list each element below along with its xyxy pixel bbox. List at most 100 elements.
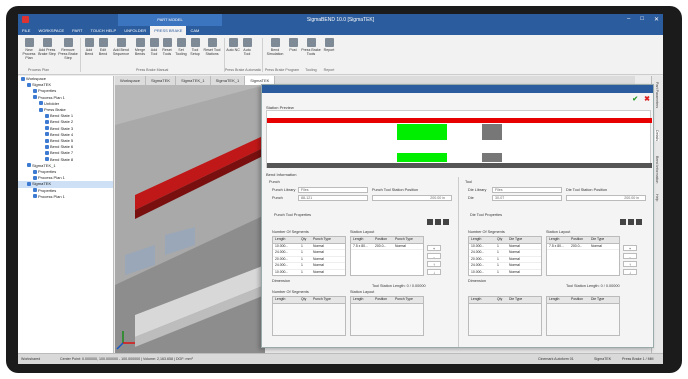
add-bend-button[interactable]: Add Bend xyxy=(82,38,96,56)
doc-tab[interactable]: SigmaTEK_1 xyxy=(176,76,211,85)
rail-details[interactable]: Details xyxy=(655,130,659,141)
rail-part-parameters[interactable]: Part Parameters xyxy=(655,82,659,108)
die-move-up-button[interactable]: ↑ xyxy=(623,261,637,267)
cancel-x-icon[interactable]: ✖ xyxy=(644,95,650,103)
tree-item-label: Process Plan 1 xyxy=(38,175,65,181)
rail-bend-information[interactable]: Bend Information xyxy=(655,156,659,183)
set-tooling-icon xyxy=(176,38,186,47)
app-window: PART MODEL SigmaBEND 10.0 [SigmaTEK] – □… xyxy=(18,14,663,364)
3d-viewport[interactable] xyxy=(115,85,265,353)
table-row[interactable]: 20.000... 1 Normal xyxy=(469,257,541,264)
rail-help[interactable]: Help xyxy=(655,194,659,201)
post-button[interactable]: Post xyxy=(286,38,300,52)
die-station-position-label: Die Tool Station Position xyxy=(566,188,608,192)
lower-beam xyxy=(267,163,652,168)
remove-step-icon xyxy=(63,38,73,47)
die-move-down-button[interactable]: ↓ xyxy=(623,269,637,275)
tab-workspace[interactable]: WORKSPACE xyxy=(34,26,68,35)
edit-bend-button[interactable]: Edit Bend xyxy=(96,38,110,56)
tree-node-icon xyxy=(45,113,49,118)
table-row[interactable]: 10.000... 1 Normal xyxy=(273,244,345,251)
minimize-button[interactable]: – xyxy=(627,16,630,23)
press-brake-tools-button[interactable]: Press Brake Tools xyxy=(300,38,322,56)
table-row[interactable]: 24.000... 1 Normal xyxy=(273,263,345,270)
table-row[interactable]: 7.5 x 80... 200.0... Normal xyxy=(547,244,619,251)
auto-nc-button[interactable]: Auto NC xyxy=(226,38,240,52)
add-bend-sequence-button[interactable]: Add Bend Sequence xyxy=(110,38,132,56)
reset-tools-button[interactable]: Reset Tools xyxy=(160,38,174,56)
cell: 1 xyxy=(497,256,499,261)
die-station-position-input[interactable]: 200.00 in xyxy=(566,195,646,201)
table-row[interactable]: 24.000... 1 Normal xyxy=(469,263,541,270)
doc-tab[interactable]: Workspace xyxy=(115,76,146,85)
status-press-brake: Press Brake 1 / MM xyxy=(622,357,654,361)
process-plan-icon xyxy=(24,38,34,47)
reset-tool-stations-button[interactable]: Reset Tool Stations xyxy=(202,38,222,56)
maximize-button[interactable]: □ xyxy=(640,16,644,23)
add-station-button[interactable]: + xyxy=(427,245,441,251)
tool-setup-button[interactable]: Tool Setup xyxy=(188,38,202,56)
add-tool-button[interactable]: Add Tool xyxy=(148,38,160,56)
report-button[interactable]: Report xyxy=(322,38,336,52)
cell: 1 xyxy=(497,263,499,268)
cell: 24.000... xyxy=(275,263,289,268)
cell: 20.000... xyxy=(471,256,485,261)
table-row[interactable]: 10.000... 1 Normal xyxy=(469,244,541,251)
table-row[interactable]: 10.000... 1 Normal xyxy=(469,270,541,277)
move-down-button[interactable]: ↓ xyxy=(427,269,441,275)
tree-node-icon xyxy=(45,132,49,137)
table-row[interactable]: 24.000... 1 Normal xyxy=(273,250,345,257)
tree-node-icon xyxy=(45,119,49,124)
column-header: Qty xyxy=(497,297,503,301)
remove-press-brake-step-button[interactable]: Remove Press Brake Step xyxy=(58,38,78,60)
tab-cam[interactable]: CAM xyxy=(186,26,203,35)
group-process-plan: Process Plan xyxy=(28,68,50,72)
ribbon-tabs: FILE WORKSPACE PART TOUCH HELP UNFOLDER … xyxy=(18,26,663,35)
tree-item-label: SigmaTEK xyxy=(32,181,52,187)
move-up-button[interactable]: ↑ xyxy=(427,261,441,267)
close-button[interactable]: ✕ xyxy=(654,16,659,23)
die-library-field[interactable]: Files xyxy=(492,187,562,193)
tab-part[interactable]: PART xyxy=(68,26,86,35)
punch-field[interactable]: 88-121 xyxy=(298,195,368,201)
punch-library-field[interactable]: Files xyxy=(298,187,368,193)
tree-item-label: Bend State 8 xyxy=(50,156,74,162)
merge-bends-button[interactable]: Merge Bends xyxy=(132,38,148,56)
ribbon-divider xyxy=(262,38,263,72)
bend-simulation-button[interactable]: Bend Simulation xyxy=(264,38,286,56)
die-add-station-button[interactable]: + xyxy=(623,245,637,251)
tab-unfolder[interactable]: UNFOLDER xyxy=(120,26,150,35)
column-header: Length xyxy=(353,297,364,301)
punch-station-position-input[interactable]: 200.00 in xyxy=(372,195,452,201)
auto-tool-button[interactable]: Auto Tool xyxy=(240,38,254,56)
tab-file[interactable]: FILE xyxy=(18,26,34,35)
tab-press-brake[interactable]: PRESS BRAKE xyxy=(150,26,187,35)
add-press-brake-step-button[interactable]: Add Press Brake Step xyxy=(38,38,56,56)
new-process-plan-button[interactable]: New Process Plan xyxy=(20,38,38,60)
cell: 1 xyxy=(497,269,499,274)
tree-node-icon xyxy=(27,181,31,186)
die-field[interactable]: 30-07 xyxy=(492,195,562,201)
tree-item[interactable]: Process Plan 1 xyxy=(18,194,113,200)
set-tooling-button[interactable]: Set Tooling xyxy=(174,38,188,56)
tree-node-icon xyxy=(33,88,37,93)
table-row[interactable]: 7.5 x 80... 200.0... Normal xyxy=(351,244,423,251)
report-icon xyxy=(324,38,334,47)
punch-layout-tools[interactable] xyxy=(425,219,449,227)
die-layout-tools[interactable] xyxy=(618,219,642,227)
remove-station-button[interactable]: - xyxy=(427,253,441,259)
die-tool-properties-label: Die Tool Properties xyxy=(470,213,503,217)
table-row[interactable]: 20.000... 1 Normal xyxy=(273,257,345,264)
tree-item-label: Press Brake xyxy=(44,107,66,113)
doc-tab[interactable]: SigmaTEK xyxy=(146,76,177,85)
die-station-length: Tool Station Length: 0 / 0.00000 xyxy=(566,284,620,288)
die-segments-table: Length Qty Die Type 10.000... 1 Normal 24.00… xyxy=(468,236,542,277)
die-remove-station-button[interactable]: - xyxy=(623,253,637,259)
doc-tab[interactable]: SigmaTEK_1 xyxy=(211,76,246,85)
column-header: Length xyxy=(549,237,560,241)
table-row[interactable]: 10.000... 1 Normal xyxy=(273,270,345,277)
accept-check-icon[interactable]: ✔ xyxy=(632,95,638,103)
table-row[interactable]: 24.000... 1 Normal xyxy=(469,250,541,257)
tab-touch-help[interactable]: TOUCH HELP xyxy=(86,26,120,35)
cell: 200.0... xyxy=(571,243,583,248)
